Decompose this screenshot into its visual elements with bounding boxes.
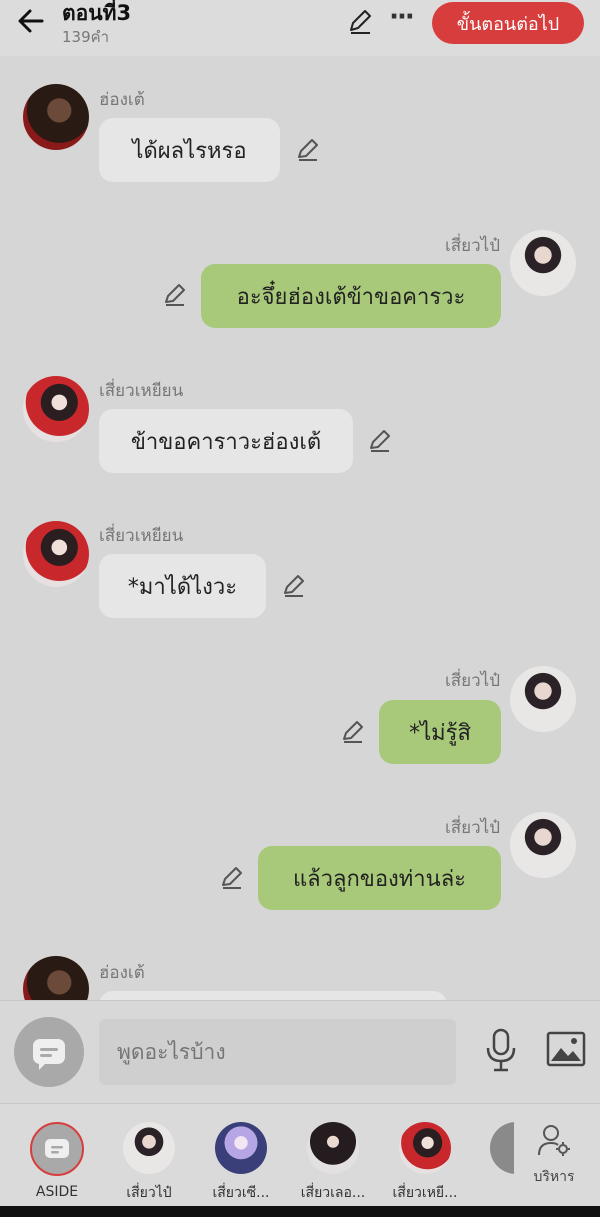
message-input[interactable] xyxy=(99,1019,456,1085)
chat-bubble-icon xyxy=(45,1139,69,1158)
message-bubble[interactable]: *มาได้ไงวะ xyxy=(99,554,266,618)
character-label: เสี่ยวไป๋ xyxy=(126,1185,172,1201)
next-step-button[interactable]: ขั้นตอนต่อไป xyxy=(432,2,584,44)
avatar[interactable] xyxy=(510,230,576,296)
sender-name: เสี่ยวไป๋ xyxy=(444,671,500,691)
input-bar xyxy=(0,1000,600,1103)
message-bubble[interactable]: ข้าขอคาราวะฮ่องเต้ xyxy=(99,409,353,473)
more-options-icon[interactable]: ··· xyxy=(386,4,416,36)
sender-name: เสี่ยวไป๋ xyxy=(444,818,500,838)
sender-name: ฮ่องเต้ xyxy=(99,963,145,983)
message-bubble[interactable]: แล้วลูกของท่านล่ะ xyxy=(258,846,501,910)
character-bar: ASIDE เสี่ยวไป๋ เสี่ยวเซี... เสี่ยวเลอ..… xyxy=(0,1103,600,1206)
character-item[interactable]: เสี่ยวเลอ... xyxy=(300,1122,366,1204)
sender-name: เสี่ยวเหยียน xyxy=(99,526,184,546)
avatar[interactable] xyxy=(23,521,89,587)
avatar xyxy=(307,1122,359,1174)
message-bubble[interactable]: *ไม่รู้สิ xyxy=(379,700,501,764)
sender-name: เสี่ยวไป๋ xyxy=(444,236,500,256)
image-icon[interactable] xyxy=(546,1031,586,1067)
character-item[interactable] xyxy=(484,1122,514,1182)
avatar[interactable] xyxy=(23,84,89,150)
edit-message-icon[interactable] xyxy=(295,137,321,163)
character-item[interactable]: เสี่ยวไป๋ xyxy=(116,1122,182,1204)
back-arrow-icon[interactable] xyxy=(14,4,48,38)
avatar xyxy=(399,1122,451,1174)
message-bubble[interactable]: ได้ผลไรหรอ xyxy=(99,118,280,182)
avatar xyxy=(123,1122,175,1174)
character-label: เสี่ยวเลอ... xyxy=(300,1185,366,1201)
admin-button[interactable]: บริหาร xyxy=(526,1122,582,1188)
message-bubble[interactable] xyxy=(99,991,447,1000)
chat-area[interactable]: ฮ่องเต้ ได้ผลไรหรอ เสี่ยวไป๋ อะจึ๋ยฮ่องเ… xyxy=(0,56,600,1000)
character-item-aside[interactable]: ASIDE xyxy=(24,1122,90,1200)
aside-toggle-button[interactable] xyxy=(14,1017,84,1087)
sender-name: เสี่ยวเหยียน xyxy=(99,381,184,401)
header-bar: ตอนที่3 139คำ ··· ขั้นตอนต่อไป xyxy=(0,0,600,56)
avatar[interactable] xyxy=(510,812,576,878)
character-item[interactable]: เสี่ยวเซี... xyxy=(208,1122,274,1204)
microphone-icon[interactable] xyxy=(482,1027,520,1073)
system-nav-bar xyxy=(0,1206,600,1217)
admin-label: บริหาร xyxy=(533,1169,575,1185)
character-label: เสี่ยวเหยี... xyxy=(392,1185,458,1201)
edit-message-icon[interactable] xyxy=(367,428,393,454)
word-count: 139คำ xyxy=(62,28,110,46)
edit-message-icon[interactable] xyxy=(162,282,188,308)
title-block: ตอนที่3 139คำ xyxy=(62,0,131,48)
edit-message-icon[interactable] xyxy=(281,573,307,599)
avatar[interactable] xyxy=(510,666,576,732)
page-title: ตอนที่3 xyxy=(62,1,132,25)
edit-pencil-icon[interactable] xyxy=(346,8,374,36)
edit-message-icon[interactable] xyxy=(340,719,366,745)
character-label: เสี่ยวเซี... xyxy=(212,1185,270,1201)
edit-message-icon[interactable] xyxy=(219,865,245,891)
character-label: ASIDE xyxy=(35,1184,79,1200)
aside-avatar xyxy=(30,1122,84,1176)
character-item[interactable]: เสี่ยวเหยี... xyxy=(392,1122,458,1204)
avatar xyxy=(215,1122,267,1174)
user-settings-icon xyxy=(538,1125,570,1156)
avatar xyxy=(490,1122,514,1174)
avatar[interactable] xyxy=(23,376,89,442)
chat-bubble-icon xyxy=(33,1039,65,1070)
message-bubble[interactable]: อะจึ๋ยฮ่องเต้ข้าขอคารวะ xyxy=(201,264,501,328)
sender-name: ฮ่องเต้ xyxy=(99,90,145,110)
avatar[interactable] xyxy=(23,956,89,1000)
